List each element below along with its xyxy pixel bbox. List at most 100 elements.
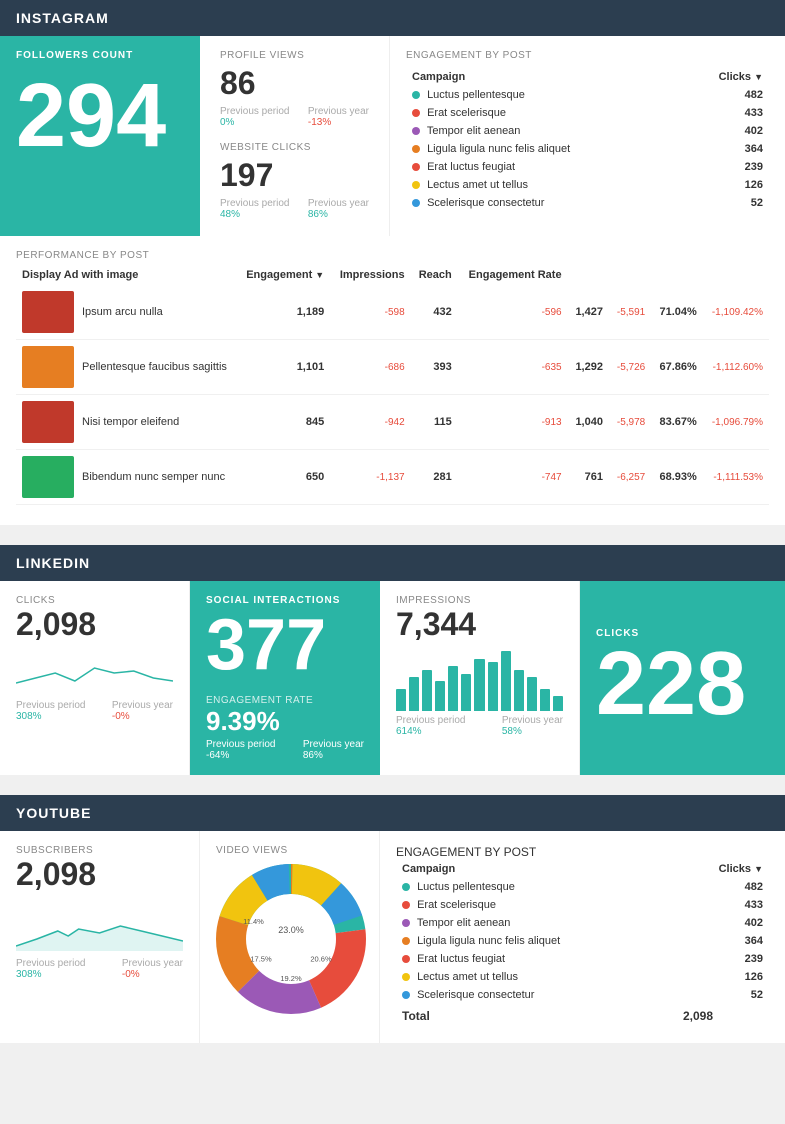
linkedin-section: LINKEDIN CLICKS 2,098 Previous period 30… (0, 545, 785, 775)
post-eng-delta: -942 (330, 395, 410, 450)
yt-campaign-cell: Luctus pellentesque (398, 879, 677, 895)
li-impressions-box: IMPRESSIONS 7,344 Previous period 614% P… (380, 581, 580, 775)
yt-clicks-cell: 126 (679, 969, 767, 985)
eng-clicks-cell: 482 (681, 87, 767, 103)
website-clicks-sub: Previous period 48% Previous year 86% (220, 198, 369, 220)
post-imp-delta: -596 (458, 285, 568, 340)
post-engagement: 650 (236, 450, 330, 505)
li-clicks-sparkline (16, 643, 173, 693)
yt-col-campaign: Campaign (398, 861, 677, 877)
post-eng-delta: -598 (330, 285, 410, 340)
eng-table-row: Lectus amet ut tellus 126 (408, 177, 767, 193)
yt-campaign-name: Tempor elit aenean (417, 917, 511, 929)
eng-campaign-cell: Scelerisque consectetur (408, 195, 679, 211)
post-rate-delta: -1,111.53% (703, 450, 769, 505)
eng-col-campaign: Campaign (408, 69, 679, 85)
post-impressions: 115 (411, 395, 458, 450)
yt-subscribers-sparkline (16, 901, 183, 951)
post-title: Bibendum nunc semper nunc (82, 471, 225, 483)
campaign-name: Erat luctus feugiat (427, 161, 515, 173)
website-prev-year-val: 86% (308, 209, 328, 220)
website-prev-year: Previous year 86% (308, 198, 369, 220)
post-cell: Pellentesque faucibus sagittis (16, 340, 236, 395)
post-impressions: 432 (411, 285, 458, 340)
impression-bar (514, 670, 524, 711)
perf-col-impressions: Impressions (330, 265, 410, 285)
yt-eng-table-row: Scelerisque consectetur 52 (398, 987, 767, 1003)
yt-campaign-name: Erat scelerisque (417, 899, 496, 911)
impression-bar (396, 689, 406, 712)
perf-table-row: Ipsum arcu nulla 1,189 -598 432 -596 1,4… (16, 285, 769, 340)
profile-prev-year-val: -13% (308, 117, 331, 128)
post-reach: 1,427 (568, 285, 609, 340)
yt-clicks-cell: 402 (679, 915, 767, 931)
yt-campaign-name: Erat luctus feugiat (417, 953, 505, 965)
yt-eng-table-row: Erat scelerisque 433 (398, 897, 767, 913)
eng-campaign-cell: Luctus pellentesque (408, 87, 679, 103)
perf-table-row: Pellentesque faucibus sagittis 1,101 -68… (16, 340, 769, 395)
eng-table-row: Luctus pellentesque 482 (408, 87, 767, 103)
perf-section-label: PERFORMANCE BY POST (16, 250, 769, 261)
li-social-box: SOCIAL INTERACTIONS 377 ENGAGEMENT RATE … (190, 581, 380, 775)
yt-campaign-name: Scelerisque consectetur (417, 989, 534, 1001)
instagram-body: FOLLOWERS COUNT 294 PROFILE VIEWS 86 Pre… (0, 36, 785, 236)
li-imp-bar-chart (396, 651, 563, 711)
followers-box: FOLLOWERS COUNT 294 (0, 36, 200, 236)
perf-table-row: Bibendum nunc semper nunc 650 -1,137 281… (16, 450, 769, 505)
li-clicks-label: CLICKS (16, 595, 173, 606)
yt-subscribers-box: SUBSCRIBERS 2,098 Previous period 308% P… (0, 831, 200, 1043)
impression-bar (409, 677, 419, 711)
campaign-name: Luctus pellentesque (427, 89, 525, 101)
post-cell: Ipsum arcu nulla (16, 285, 236, 340)
yt-video-label: VIDEO VIEWS (216, 845, 363, 856)
website-prev-period-val: 48% (220, 209, 240, 220)
clicks-sort-icon[interactable]: ▼ (754, 72, 763, 82)
post-thumbnail (22, 401, 74, 443)
impression-bar (553, 696, 563, 711)
followers-value: 294 (16, 71, 184, 161)
eng-clicks-cell: 433 (681, 105, 767, 121)
youtube-header: YOUTUBE (0, 795, 785, 831)
profile-prev-period-label: Previous period 0% (220, 106, 289, 128)
campaign-name: Tempor elit aenean (427, 125, 521, 137)
post-thumbnail (22, 291, 74, 333)
followers-label: FOLLOWERS COUNT (16, 50, 184, 61)
yt-engagement-table: Campaign Clicks ▼ Luctus pellentesque 48… (396, 859, 769, 1029)
website-prev-period: Previous period 48% (220, 198, 289, 220)
li-clicks-big-value: 228 (596, 639, 746, 729)
yt-sub-label: SUBSCRIBERS (16, 845, 183, 856)
campaign-name: Erat scelerisque (427, 107, 506, 119)
impression-bar (488, 662, 498, 711)
youtube-body: SUBSCRIBERS 2,098 Previous period 308% P… (0, 831, 785, 1043)
li-clicks-sub: Previous period 308% Previous year -0% (16, 700, 173, 722)
impression-bar (435, 681, 445, 711)
yt-campaign-dot (402, 955, 410, 963)
campaign-dot (412, 109, 420, 117)
li-eng-rate-value: 9.39% (206, 706, 364, 737)
impression-bar (422, 670, 432, 711)
yt-campaign-dot (402, 883, 410, 891)
campaign-name: Lectus amet ut tellus (427, 179, 528, 191)
campaign-name: Scelerisque consectetur (427, 197, 544, 209)
post-eng-delta: -1,137 (330, 450, 410, 505)
yt-eng-section-label: ENGAGEMENT BY POST (396, 845, 769, 859)
li-imp-label: IMPRESSIONS (396, 595, 563, 606)
eng-clicks-cell: 402 (681, 123, 767, 139)
yt-campaign-cell: Scelerisque consectetur (398, 987, 677, 1003)
post-eng-rate: 67.86% (651, 340, 703, 395)
engagement-sort-icon[interactable]: ▼ (315, 270, 324, 280)
yt-campaign-dot (402, 919, 410, 927)
yt-clicks-cell: 364 (679, 933, 767, 949)
impression-bar (474, 659, 484, 712)
engagement-by-post-box: ENGAGEMENT BY POST Campaign Clicks ▼ Luc… (390, 36, 785, 236)
profile-views-sub: Previous period 0% Previous year -13% (220, 106, 369, 128)
post-thumbnail (22, 456, 74, 498)
yt-campaign-dot (402, 937, 410, 945)
yt-campaign-dot (402, 901, 410, 909)
yt-clicks-sort-icon[interactable]: ▼ (754, 864, 763, 874)
eng-table-row: Erat luctus feugiat 239 (408, 159, 767, 175)
impression-bar (448, 666, 458, 711)
yt-campaign-cell: Ligula ligula nunc felis aliquet (398, 933, 677, 949)
youtube-title: YOUTUBE (16, 805, 91, 821)
perf-col-engagement[interactable]: Engagement ▼ (236, 265, 330, 285)
